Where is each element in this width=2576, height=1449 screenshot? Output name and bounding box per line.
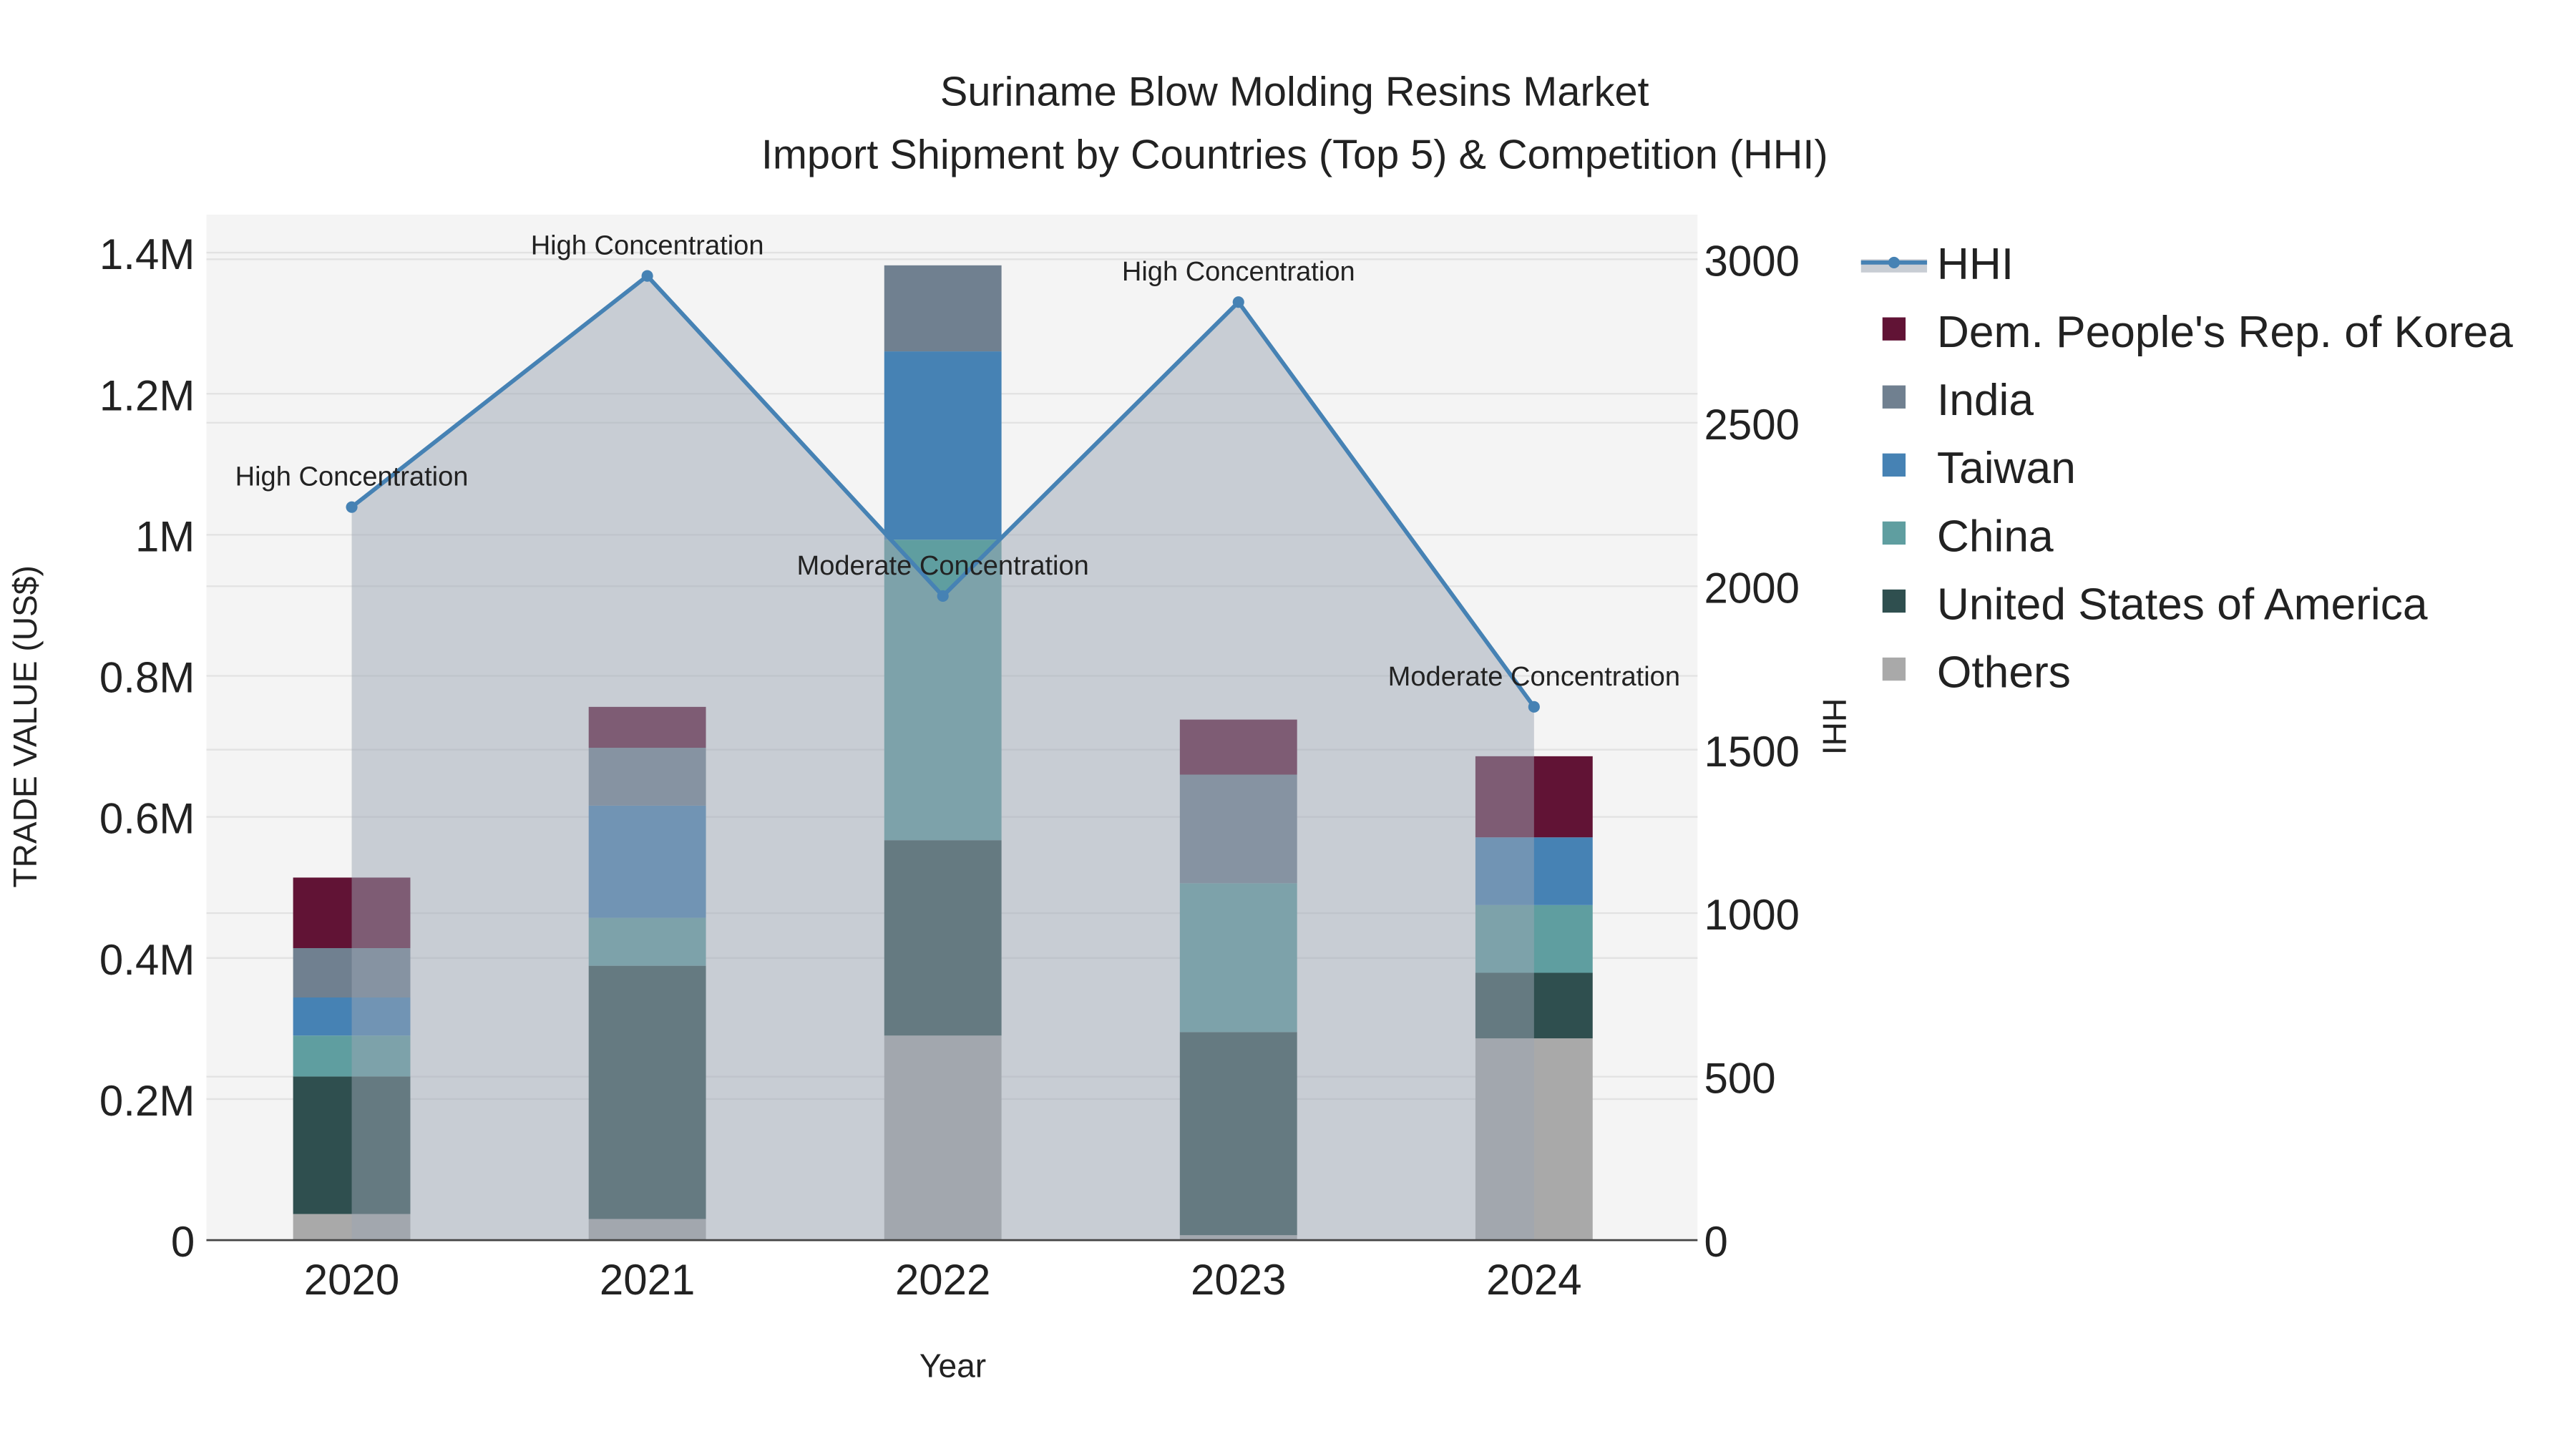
legend-label: Others xyxy=(1937,648,2071,697)
legend-swatch xyxy=(1882,453,1906,477)
hhi-point xyxy=(641,270,653,282)
y-axis-label: TRADE VALUE (US$) xyxy=(6,565,44,887)
legend-swatch xyxy=(1882,521,1906,545)
y2-tick-label: 2500 xyxy=(1704,401,1800,449)
chart-title: Suriname Blow Molding Resins Market xyxy=(940,69,1649,115)
legend-label: HHI xyxy=(1937,240,2014,289)
y-tick-label: 0 xyxy=(171,1218,195,1266)
chart: 0 0.2M 0.4M 0.6M 0.8M 1M 1.2M 1.4M 0 500 1000 1500… xyxy=(6,69,2513,1385)
hhi-annotation: Moderate Concentration xyxy=(797,551,1089,581)
y-axis-ticks: 0 0.2M 0.4M 0.6M 0.8M 1M 1.2M 1.4M xyxy=(99,230,195,1266)
legend-swatch xyxy=(1882,385,1906,409)
hhi-point xyxy=(346,501,358,513)
y-tick-label: 0.4M xyxy=(99,936,195,984)
legend-label: Taiwan xyxy=(1937,444,2076,493)
legend-swatch xyxy=(1882,589,1906,613)
y-tick-label: 0.8M xyxy=(99,654,195,702)
y-tick-label: 1.4M xyxy=(99,230,195,278)
x-axis-label: Year xyxy=(919,1347,986,1385)
hhi-point xyxy=(1528,701,1540,713)
legend-label: United States of America xyxy=(1937,580,2428,629)
y2-axis-ticks: 0 500 1000 1500 2000 2500 3000 xyxy=(1704,237,1800,1266)
legend-marker-icon xyxy=(1888,256,1900,268)
y2-tick-label: 3000 xyxy=(1704,237,1800,285)
bar-segment xyxy=(884,351,1002,540)
y2-tick-label: 1500 xyxy=(1704,728,1800,776)
y-tick-label: 0.6M xyxy=(99,795,195,843)
hhi-annotation: High Concentration xyxy=(531,231,764,261)
y2-tick-label: 0 xyxy=(1704,1218,1728,1266)
hhi-point xyxy=(1232,296,1244,308)
legend-label: India xyxy=(1937,376,2034,425)
x-tick-label: 2024 xyxy=(1486,1256,1581,1304)
x-tick-label: 2020 xyxy=(304,1256,399,1304)
legend-swatch xyxy=(1882,317,1906,341)
y2-tick-label: 1000 xyxy=(1704,891,1800,939)
x-tick-label: 2023 xyxy=(1191,1256,1286,1304)
legend-label: Dem. People's Rep. of Korea xyxy=(1937,308,2513,357)
y-tick-label: 1.2M xyxy=(99,371,195,419)
x-axis-ticks: 2020 2021 2022 2023 2024 xyxy=(304,1256,1582,1304)
hhi-annotation: High Concentration xyxy=(235,462,469,492)
y2-tick-label: 2000 xyxy=(1704,564,1800,612)
legend-label: China xyxy=(1937,512,2054,561)
bar-segment xyxy=(884,265,1002,352)
hhi-annotation: High Concentration xyxy=(1122,257,1355,287)
hhi-point xyxy=(937,590,949,602)
legend-swatch xyxy=(1882,657,1906,681)
y-tick-label: 0.2M xyxy=(99,1077,195,1125)
hhi-annotation: Moderate Concentration xyxy=(1388,662,1680,692)
chart-subtitle: Import Shipment by Countries (Top 5) & C… xyxy=(761,132,1828,177)
y2-axis-label: HHI xyxy=(1816,698,1853,755)
x-tick-label: 2022 xyxy=(895,1256,990,1304)
y2-tick-label: 500 xyxy=(1704,1055,1776,1103)
x-tick-label: 2021 xyxy=(600,1256,695,1304)
legend: HHI Dem. People's Rep. of Korea India Taiwa… xyxy=(1860,240,2513,697)
y-tick-label: 1M xyxy=(135,512,195,560)
